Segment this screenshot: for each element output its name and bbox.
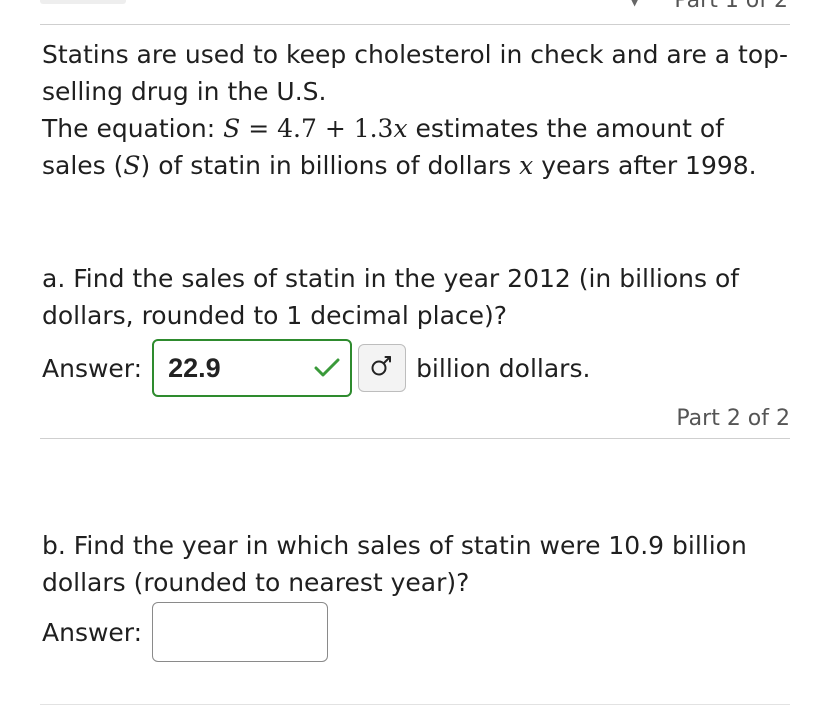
section-divider [40,438,790,439]
problem-intro: Statins are used to keep cholesterol in … [42,40,789,106]
part-b-question: b. Find the year in which sales of stati… [42,527,802,601]
part-a-answer-row: Answer: 22.9 billion dollars. [42,338,590,398]
equation: S = 4.7 + 1.3x [223,114,408,143]
top-header: ▼ Part 1 of 2 [40,0,790,25]
math-symbol-icon [369,353,395,383]
part-b-text: b. Find the year in which sales of stati… [42,531,747,597]
part-a-answer-field[interactable]: 22.9 [152,339,353,397]
part-a-text: a. Find the sales of statin in the year … [42,264,740,330]
problem-equation-text: The equation: S = 4.7 + 1.3x estimates t… [42,114,757,180]
part-2-label: Part 2 of 2 [676,406,790,431]
check-icon [314,358,340,378]
header-bar [40,0,126,4]
part-b-answer-field[interactable] [152,602,329,662]
problem-statement: Statins are used to keep cholesterol in … [42,36,790,184]
math-symbol-button[interactable] [358,344,407,392]
bottom-divider [40,704,790,705]
answer-label: Answer: [42,617,143,647]
part-1-label: Part 1 of 2 [674,0,788,13]
answer-value: 22.9 [168,352,221,383]
unit-label: billion dollars. [416,353,591,383]
answer-label: Answer: [42,353,143,383]
chevron-down-icon[interactable]: ▼ [630,0,639,8]
part-b-answer-row: Answer: [42,602,329,662]
part-a-question: a. Find the sales of statin in the year … [42,260,802,334]
